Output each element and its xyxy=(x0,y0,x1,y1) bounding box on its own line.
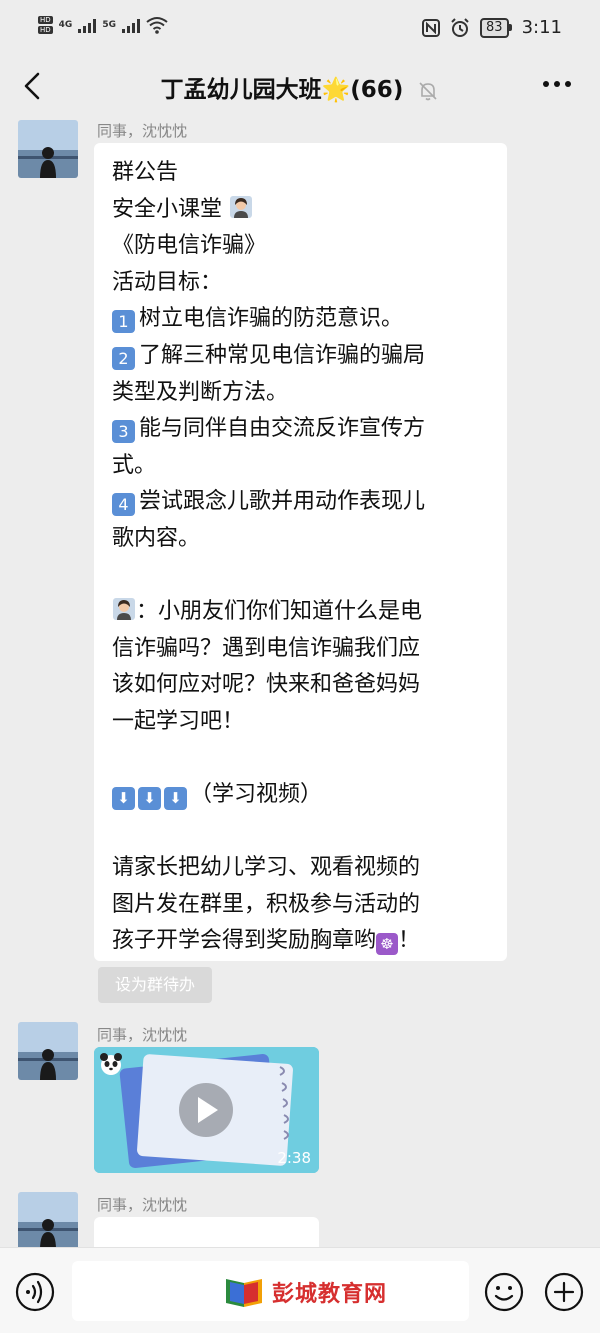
text-segment: 安全小课堂 xyxy=(112,196,223,222)
announcement-heading: 群公告 xyxy=(112,160,179,185)
dharma-wheel-emoji-icon: ☸ xyxy=(376,933,399,956)
teacher-emoji-icon xyxy=(230,195,253,218)
status-bar: HD HD 4G 5G 83 3:11 xyxy=(0,0,600,58)
plus-icon[interactable] xyxy=(544,1272,584,1312)
mute-bell-icon xyxy=(419,81,437,100)
text-line: 请家长把幼儿学习、观看视频的 xyxy=(112,855,421,881)
text-line: 活动目标： xyxy=(112,269,223,295)
chat-title: 丁孟幼儿园大班🌟(66) xyxy=(0,70,600,104)
sparkle-emoji: 🌟 xyxy=(321,77,351,103)
input-bar: 彭城教育网 xyxy=(0,1247,600,1333)
video-duration: 2:38 xyxy=(277,1149,311,1167)
text-line: 1 树立电信诈骗的防范意识。 xyxy=(112,301,491,338)
video-message[interactable]: 2:38 xyxy=(94,1047,319,1173)
chat-header: 丁孟幼儿园大班🌟(66) xyxy=(0,58,600,114)
sender-avatar[interactable] xyxy=(18,120,78,178)
text-line: 孩子开学会得到奖励胸章哟 ☸！ xyxy=(112,923,491,960)
status-right: 83 3:11 xyxy=(422,17,562,38)
text-line: 信诈骗吗？遇到电信诈骗我们应 xyxy=(112,635,421,661)
text-line: 图片发在群里，积极参与活动的 xyxy=(112,891,421,917)
sender-avatar[interactable] xyxy=(18,1022,78,1080)
text-segment: ！ xyxy=(398,928,421,954)
signal-bars-icon xyxy=(78,17,97,33)
text-segment: （学习视频） xyxy=(190,782,323,808)
emoji-icon[interactable] xyxy=(484,1272,524,1312)
alarm-icon xyxy=(451,17,469,37)
text-line: 3 能与同伴自由交流反诈宣传方 xyxy=(112,411,491,448)
text-line: 2 了解三种常见电信诈骗的骗局 xyxy=(112,338,491,375)
more-icon[interactable] xyxy=(542,76,572,92)
nfc-icon xyxy=(422,18,441,37)
text-segment: 了解三种常见电信诈骗的骗局 xyxy=(139,342,426,368)
text-segment: 孩子开学会得到奖励胸章哟 xyxy=(112,928,377,954)
down-arrow-icon: ⬇ xyxy=(164,787,187,811)
wifi-icon xyxy=(146,17,168,34)
watermark-text: 彭城教育网 xyxy=(272,1282,388,1307)
clock: 3:11 xyxy=(521,17,562,38)
text-segment: 尝试跟念儿歌并用动作表现儿 xyxy=(139,489,426,515)
book-logo-icon xyxy=(226,1279,262,1307)
down-arrow-icon: ⬇ xyxy=(138,787,161,811)
member-count: (66) xyxy=(350,77,404,103)
down-arrow-icon: ⬇ xyxy=(112,787,135,811)
announcement-bubble[interactable]: 群公告 安全小课堂 《防电信诈骗》 活动目标： 1 树立电信诈骗的防范意识。 2了… xyxy=(94,143,507,961)
battery-indicator: 83 xyxy=(480,17,512,38)
sender-name: 同事，沈忱忱 xyxy=(97,1026,188,1044)
text-line: 该如何应对呢？快来和爸爸妈妈 xyxy=(112,672,421,698)
text-line: 4 尝试跟念儿歌并用动作表现儿 xyxy=(112,484,491,521)
text-line: 类型及判断方法。 xyxy=(112,379,289,405)
sender-name: 同事，沈忱忱 xyxy=(97,122,188,140)
text-segment: 树立电信诈骗的防范意识。 xyxy=(139,306,404,332)
signal-indicators: HD HD 4G 5G xyxy=(38,16,168,34)
watermark-logo: 彭城教育网 xyxy=(222,1275,387,1309)
hd-badge: HD xyxy=(38,26,53,34)
sender-avatar[interactable] xyxy=(18,1192,78,1250)
text-line: 式。 xyxy=(112,452,157,478)
hd-badge: HD xyxy=(38,16,53,24)
panda-logo-icon xyxy=(100,1053,122,1075)
text-segment: 能与同伴自由交流反诈宣传方 xyxy=(139,416,426,442)
text-line: 歌内容。 xyxy=(112,525,201,551)
sender-name: 同事，沈忱忱 xyxy=(97,1196,188,1214)
text-line: 一起学习吧！ xyxy=(112,708,245,734)
message-input[interactable]: 彭城教育网 xyxy=(72,1261,469,1321)
group-name: 丁孟幼儿园大班 xyxy=(160,77,322,103)
text-line: ⬇ ⬇ ⬇ （学习视频） xyxy=(112,777,491,814)
teacher-emoji-icon xyxy=(113,598,135,621)
set-group-todo-button[interactable]: 设为群待办 xyxy=(98,967,212,1003)
text-line: 《防电信诈骗》 xyxy=(112,233,267,259)
signal-bars-icon xyxy=(121,17,140,33)
network-4g-label: 4G xyxy=(58,20,73,30)
number-badge-icon: 1 xyxy=(112,310,135,334)
number-badge-icon: 3 xyxy=(112,420,135,444)
voice-icon[interactable] xyxy=(15,1272,55,1312)
number-badge-icon: 2 xyxy=(112,346,135,370)
text-line: ：小朋友们你们知道什么是电 xyxy=(112,594,491,631)
hd-badges: HD HD xyxy=(38,16,53,34)
number-badge-icon: 4 xyxy=(112,493,135,517)
text-line: 安全小课堂 xyxy=(112,192,491,229)
network-5g-label: 5G xyxy=(102,20,116,30)
battery-level: 83 xyxy=(480,17,509,38)
text-segment: ：小朋友们你们知道什么是电 xyxy=(136,599,423,625)
